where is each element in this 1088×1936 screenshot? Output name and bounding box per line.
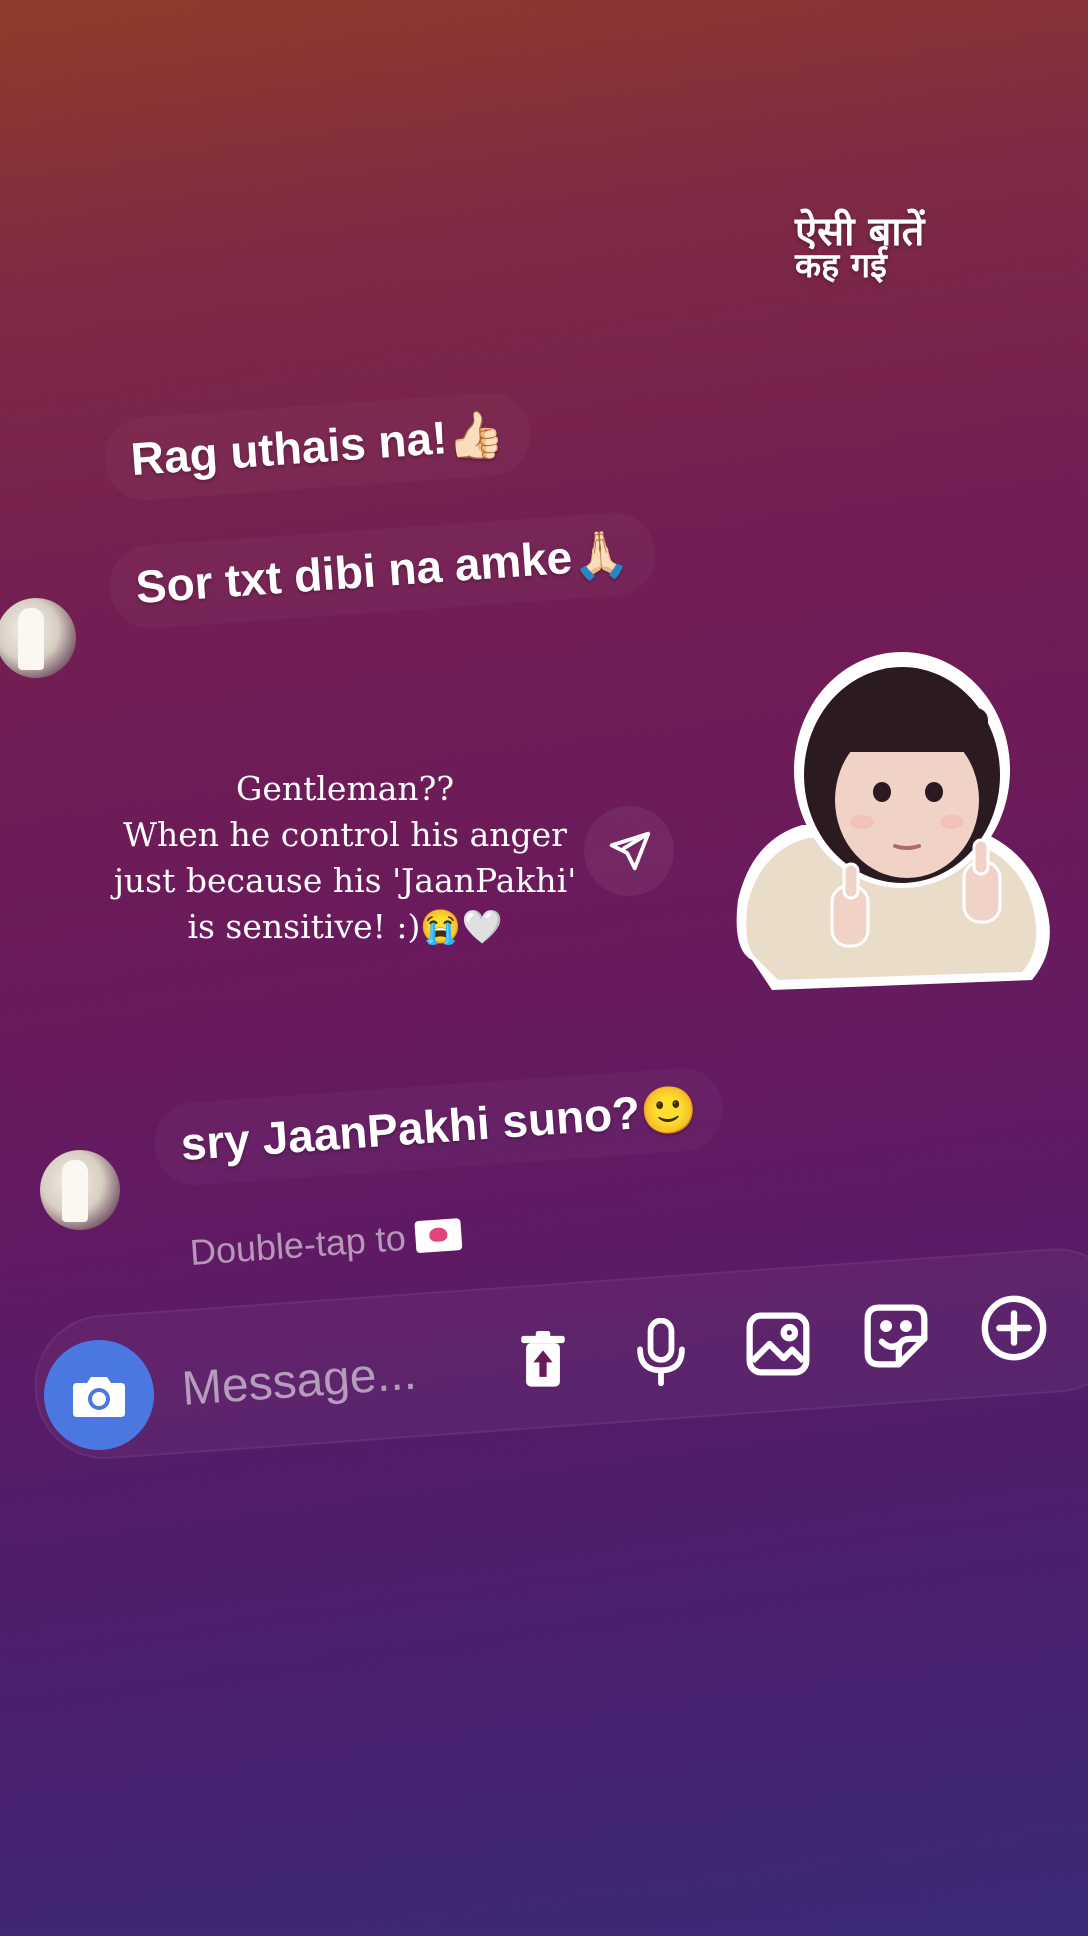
double-tap-hint-text: Double-tap to: [188, 1216, 408, 1273]
overlay-caption: ऐसी बातें कह गई: [795, 209, 995, 283]
camera-button[interactable]: [44, 1340, 154, 1450]
microphone-icon: [637, 1318, 685, 1386]
share-button[interactable]: [584, 806, 674, 896]
plus-circle-icon: [981, 1295, 1047, 1361]
shared-post-text[interactable]: Gentleman?? When he control his anger ju…: [100, 766, 590, 950]
message-bubble-2[interactable]: Sor txt dibi na amke🙏🏻: [107, 510, 658, 631]
camera-icon: [73, 1377, 125, 1417]
baby-thumbs-up-sticker[interactable]: [712, 650, 1060, 1020]
overlay-caption-line-1: ऐसी बातें: [795, 209, 925, 255]
gallery-button[interactable]: [740, 1306, 816, 1382]
shared-post-line: is sensitive! :)😭🤍: [187, 907, 503, 946]
shared-post-line: When he control his anger: [123, 815, 567, 854]
trash-icon: [521, 1331, 565, 1387]
message-bubble-3[interactable]: sry JaanPakhi suno?🙂: [152, 1065, 726, 1188]
shared-post-line: Gentleman??: [235, 769, 455, 808]
sender-avatar[interactable]: [40, 1150, 120, 1230]
sender-avatar[interactable]: [0, 598, 76, 678]
sticker-button[interactable]: [858, 1298, 934, 1374]
delete-button[interactable]: [505, 1322, 581, 1398]
message-bubble-1[interactable]: Rag uthais na!👍🏻: [102, 390, 533, 503]
heart-envelope-icon: [414, 1218, 463, 1254]
shared-post-line: just because his 'JaanPakhi': [113, 861, 577, 900]
double-tap-hint: Double-tap to: [189, 1213, 463, 1274]
voice-message-button[interactable]: [623, 1314, 699, 1390]
sticker-icon: [864, 1304, 928, 1368]
send-icon: [609, 831, 651, 871]
more-options-button[interactable]: [976, 1290, 1052, 1366]
image-icon: [746, 1312, 810, 1376]
